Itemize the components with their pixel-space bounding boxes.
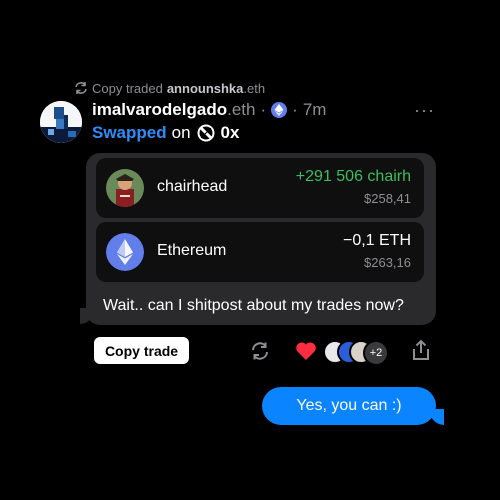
repost-action-icon[interactable]	[250, 341, 270, 361]
swapped-label: Swapped	[92, 123, 167, 142]
token-usd-value: $258,41	[364, 191, 411, 206]
ethereum-icon	[106, 233, 144, 271]
swap-action-row: Swapped on 0x	[92, 122, 239, 144]
copy-traded-header: Copy traded announshka.eth	[74, 79, 265, 97]
post-author-row: imalvarodelgado .eth · · 7m	[92, 99, 326, 121]
share-icon[interactable]	[411, 339, 431, 361]
on-label: on	[171, 123, 191, 142]
author-tld: .eth	[227, 100, 256, 119]
reaction-count: +2	[363, 340, 389, 366]
author-name[interactable]: imalvarodelgado	[92, 99, 227, 121]
token-usd-value: $263,16	[364, 255, 411, 270]
token-amount: +291 506 chairh	[295, 168, 411, 185]
0x-logo-icon	[197, 124, 215, 142]
repost-icon	[75, 82, 87, 94]
token-name: chairhead	[157, 178, 228, 195]
token-name: Ethereum	[157, 242, 227, 259]
copy-trade-button[interactable]: Copy trade	[94, 337, 189, 364]
heart-icon[interactable]	[295, 341, 317, 361]
post-time: 7m	[302, 100, 327, 119]
dex-name[interactable]: 0x	[221, 122, 240, 144]
trade-row-chairhead[interactable]: chairhead +291 506 chairh $258,41	[96, 158, 424, 218]
trade-row-ethereum[interactable]: Ethereum −0,1 ETH $263,16	[96, 222, 424, 282]
eth-badge-icon	[271, 102, 288, 118]
trade-card: chairhead +291 506 chairh $258,41 Ethere…	[86, 153, 436, 325]
post-message: Wait.. can I shitpost about my trades no…	[103, 297, 404, 314]
copy-traded-user[interactable]: announshka.eth	[167, 81, 265, 96]
chairhead-token-icon	[106, 169, 144, 207]
copy-traded-label: Copy traded	[92, 80, 163, 96]
separator-dot: ·	[260, 100, 267, 119]
avatar[interactable]	[40, 101, 82, 143]
reply-bubble: Yes, you can :)	[262, 387, 436, 425]
separator-dot-2: ·	[292, 100, 298, 119]
token-amount: −0,1 ETH	[342, 232, 411, 249]
more-icon[interactable]: ···	[414, 100, 435, 121]
